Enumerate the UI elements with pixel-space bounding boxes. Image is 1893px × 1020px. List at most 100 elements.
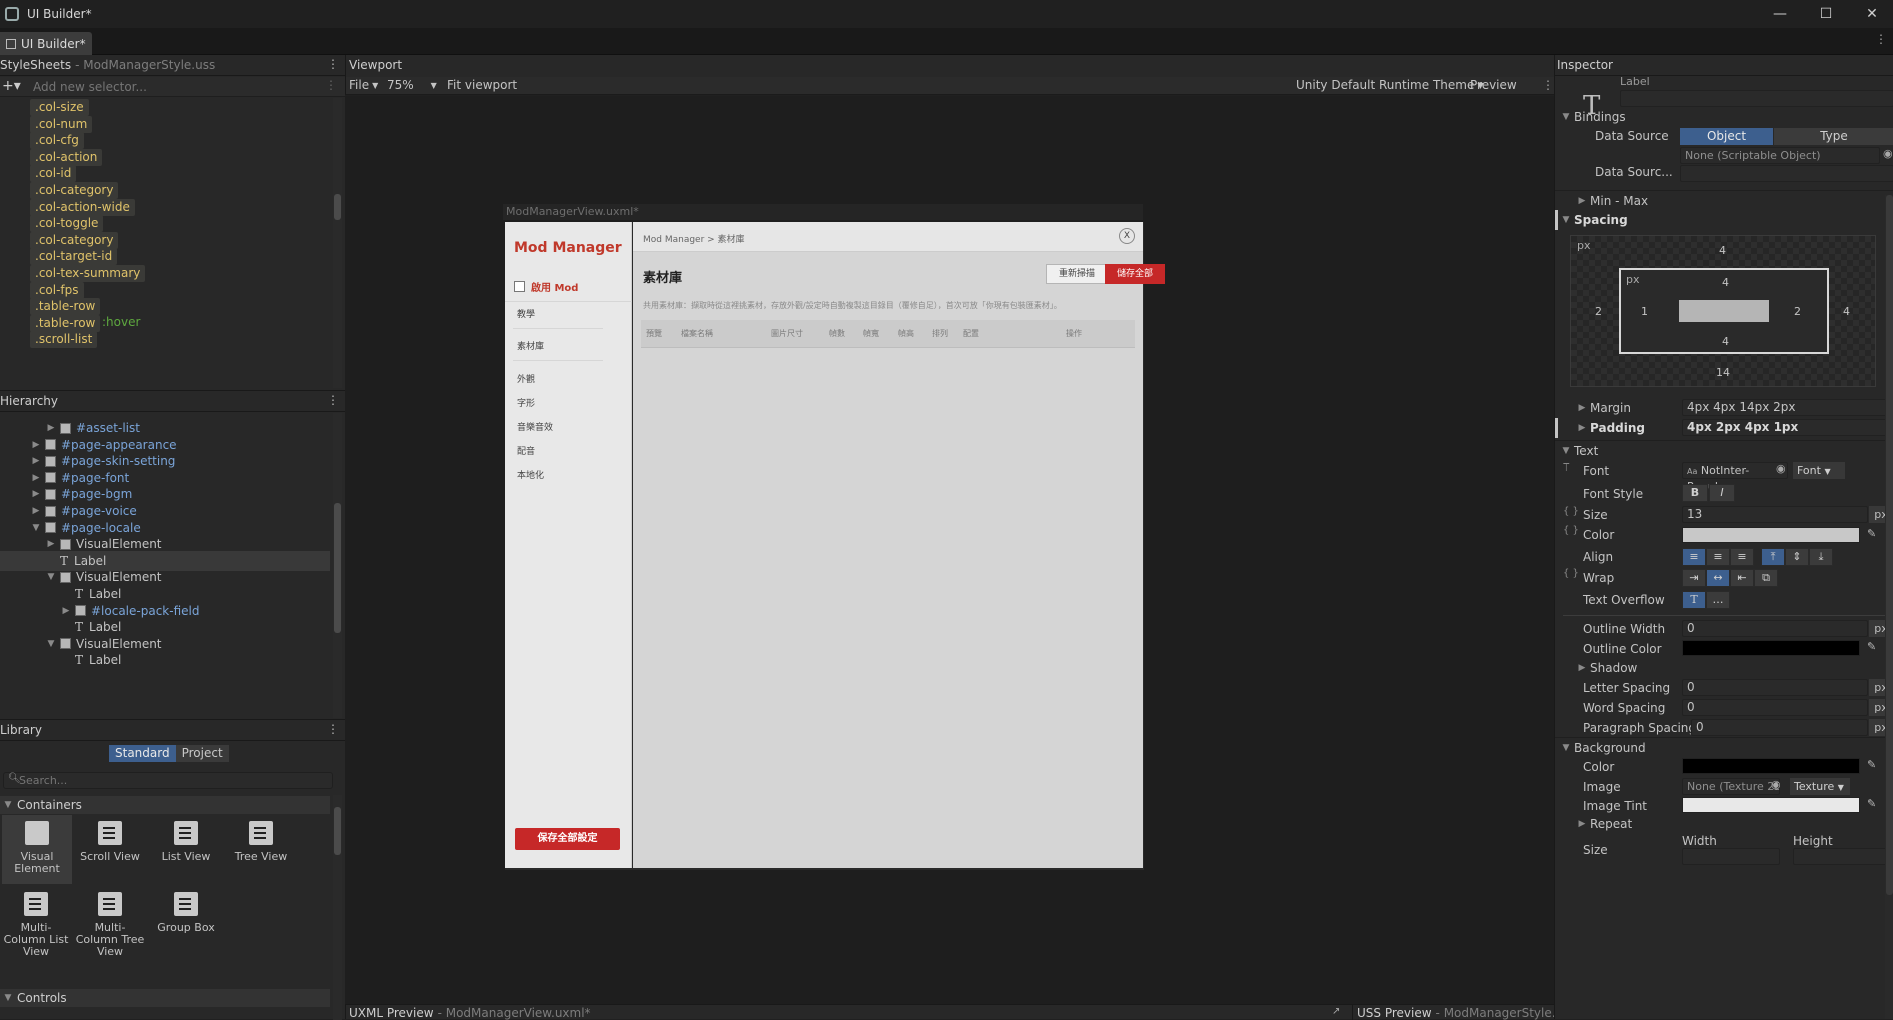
tint-eyedropper-icon[interactable]: ✎ bbox=[1867, 797, 1881, 811]
paragraph-spacing-field[interactable]: 0 bbox=[1691, 719, 1868, 736]
bold-icon[interactable]: B bbox=[1682, 484, 1708, 502]
selector-item[interactable]: .col-toggle bbox=[30, 215, 104, 233]
align-center-icon[interactable]: ≡ bbox=[1706, 548, 1730, 566]
overflow-clip-icon[interactable]: T bbox=[1682, 591, 1706, 609]
stylesheets-scrollbar[interactable] bbox=[333, 98, 342, 388]
wrap-none-icon[interactable]: ⇥ bbox=[1682, 569, 1706, 587]
min-max-foldout[interactable]: ▶ Min - Max bbox=[1555, 190, 1893, 210]
image-picker-icon[interactable]: ◉ bbox=[1771, 778, 1781, 791]
letter-spacing-field[interactable]: 0 bbox=[1682, 679, 1868, 696]
outline-width-field[interactable]: 0 bbox=[1682, 620, 1868, 637]
close-button[interactable]: X bbox=[1119, 228, 1135, 244]
hierarchy-menu-icon[interactable]: ⋮ bbox=[327, 393, 339, 407]
viewport-menu-icon[interactable]: ⋮ bbox=[1542, 78, 1554, 92]
margin-bottom-value[interactable]: 14 bbox=[1716, 366, 1730, 379]
library-search[interactable]: 🔍︎ bbox=[3, 772, 333, 789]
add-selector-input[interactable] bbox=[33, 79, 323, 95]
enable-mod-checkbox[interactable] bbox=[514, 281, 525, 292]
selector-item[interactable]: .col-action-wide bbox=[30, 198, 135, 216]
selector-item[interactable]: .col-size bbox=[30, 99, 89, 116]
collapsed-arrow-icon[interactable]: ▶ bbox=[31, 473, 41, 483]
theme-dropdown[interactable]: Unity Default Runtime Theme ▼ bbox=[1296, 78, 1484, 92]
collapsed-arrow-icon[interactable]: ▶ bbox=[31, 456, 41, 466]
hierarchy-scrollbar[interactable] bbox=[333, 413, 342, 718]
spacing-foldout[interactable]: ▼ Spacing bbox=[1555, 210, 1893, 230]
selector-item[interactable]: .col-target-id bbox=[30, 248, 118, 266]
selector-item[interactable]: .col-tex-summary bbox=[30, 265, 146, 282]
lib-list-view[interactable]: List View bbox=[151, 815, 221, 863]
selector-item[interactable]: .col-action bbox=[30, 148, 103, 166]
library-tab-project[interactable]: Project bbox=[175, 745, 229, 762]
expanded-arrow-icon[interactable]: ▼ bbox=[46, 639, 56, 649]
data-source-object-field[interactable]: None (Scriptable Object) bbox=[1680, 147, 1880, 164]
selector-item[interactable]: .col-id bbox=[30, 165, 77, 183]
library-search-input[interactable] bbox=[19, 774, 319, 787]
element-name-field[interactable] bbox=[1620, 90, 1893, 107]
lib-multi-column-list-view[interactable]: Multi-Column List View bbox=[0, 886, 72, 958]
collapsed-arrow-icon[interactable]: ▶ bbox=[46, 423, 56, 433]
data-source-path-field[interactable] bbox=[1680, 165, 1893, 182]
library-tab-standard[interactable]: Standard bbox=[109, 745, 176, 762]
stylesheets-menu-icon[interactable]: ⋮ bbox=[327, 57, 339, 71]
outline-eyedropper-icon[interactable]: ✎ bbox=[1867, 640, 1881, 654]
wrap-ellipsis-icon[interactable]: ⧉ bbox=[1754, 569, 1778, 587]
word-spacing-field[interactable]: 0 bbox=[1682, 699, 1868, 716]
image-tint-swatch[interactable] bbox=[1682, 797, 1860, 813]
lib-multi-column-tree-view[interactable]: Multi-Column Tree View bbox=[75, 886, 145, 958]
lib-visual-element[interactable]: Visual Element bbox=[2, 815, 72, 884]
data-source-type-tab[interactable]: Type bbox=[1774, 128, 1893, 145]
margin-right-value[interactable]: 4 bbox=[1843, 305, 1850, 318]
collapsed-arrow-icon[interactable]: ▶ bbox=[31, 440, 41, 450]
file-menu[interactable]: File ▼ bbox=[349, 78, 378, 92]
font-field[interactable]: Aa NotInter-Regular bbox=[1682, 462, 1788, 493]
bindings-foldout[interactable]: ▼ Bindings bbox=[1555, 107, 1893, 127]
padding-top-value[interactable]: 4 bbox=[1722, 276, 1729, 289]
padding-right-value[interactable]: 2 bbox=[1794, 305, 1801, 318]
outline-color-swatch[interactable] bbox=[1682, 640, 1860, 656]
library-menu-icon[interactable]: ⋮ bbox=[327, 722, 339, 736]
padding-field[interactable]: 4px 2px 4px 1px bbox=[1682, 419, 1893, 436]
uss-preview-label[interactable]: USS Preview - ModManagerStyle.uss bbox=[1357, 1006, 1576, 1020]
mod-nav-item[interactable]: 音樂音效 bbox=[517, 420, 553, 433]
uxml-preview-label[interactable]: UXML Preview - ModManagerView.uxml* bbox=[349, 1006, 591, 1020]
save-all-button[interactable]: 儲存全部 bbox=[1105, 264, 1165, 284]
preview-toggle[interactable]: Preview bbox=[1470, 78, 1517, 92]
mod-nav-item[interactable]: 本地化 bbox=[517, 468, 544, 481]
controls-foldout[interactable]: ▼ Controls bbox=[0, 989, 330, 1007]
close-icon[interactable]: ✕ bbox=[1849, 0, 1893, 28]
align-top-icon[interactable]: ⤒ bbox=[1761, 548, 1785, 566]
selector-item[interactable]: .table-row bbox=[30, 314, 101, 332]
enable-mod-toggle[interactable]: 啟用 Mod bbox=[514, 279, 578, 294]
font-type-dropdown[interactable]: Font ▼ bbox=[1793, 462, 1845, 479]
repeat-foldout[interactable]: ▶ Repeat bbox=[1555, 815, 1893, 833]
lib-group-box[interactable]: Group Box bbox=[151, 886, 221, 934]
mod-nav-item[interactable]: 配音 bbox=[517, 444, 535, 457]
mod-nav-item[interactable]: 素材庫 bbox=[517, 339, 544, 352]
selector-item[interactable]: .table-row bbox=[30, 298, 101, 316]
tab-ui-builder[interactable]: UI Builder* bbox=[0, 32, 92, 55]
bg-color-swatch[interactable] bbox=[1682, 758, 1860, 774]
zoom-dropdown[interactable]: 75% ▼ bbox=[387, 78, 443, 92]
margin-field[interactable]: 4px 4px 14px 2px bbox=[1682, 399, 1893, 416]
font-picker-icon[interactable]: ◉ bbox=[1776, 462, 1786, 475]
collapsed-arrow-icon[interactable]: ▶ bbox=[46, 539, 56, 549]
collapsed-arrow-icon[interactable]: ▶ bbox=[61, 606, 71, 616]
wrap-nowrap-icon[interactable]: ⇤ bbox=[1730, 569, 1754, 587]
image-type-dropdown[interactable]: Texture ▼ bbox=[1790, 778, 1850, 795]
bg-width-field[interactable] bbox=[1682, 848, 1780, 865]
save-all-settings-button[interactable]: 保存全部設定 bbox=[515, 828, 620, 850]
overflow-ellipsis-icon[interactable]: … bbox=[1706, 591, 1730, 609]
selector-item[interactable]: .col-num bbox=[30, 115, 93, 133]
collapsed-arrow-icon[interactable]: ▶ bbox=[31, 506, 41, 516]
margin-left-value[interactable]: 2 bbox=[1595, 305, 1602, 318]
collapsed-arrow-icon[interactable]: ▶ bbox=[31, 489, 41, 499]
selector-item[interactable]: .col-category bbox=[30, 231, 119, 249]
selector-options-icon[interactable]: ⋮ bbox=[325, 78, 337, 92]
add-selector-plus-icon[interactable]: +▾ bbox=[2, 78, 21, 94]
library-scrollbar[interactable] bbox=[333, 795, 342, 1020]
text-foldout[interactable]: ▼ Text bbox=[1555, 440, 1893, 460]
mod-nav-item[interactable]: 教學 bbox=[517, 307, 535, 320]
align-bottom-icon[interactable]: ⤓ bbox=[1809, 548, 1833, 566]
eyedropper-icon[interactable]: ✎ bbox=[1867, 527, 1881, 541]
margin-top-value[interactable]: 4 bbox=[1719, 244, 1726, 257]
